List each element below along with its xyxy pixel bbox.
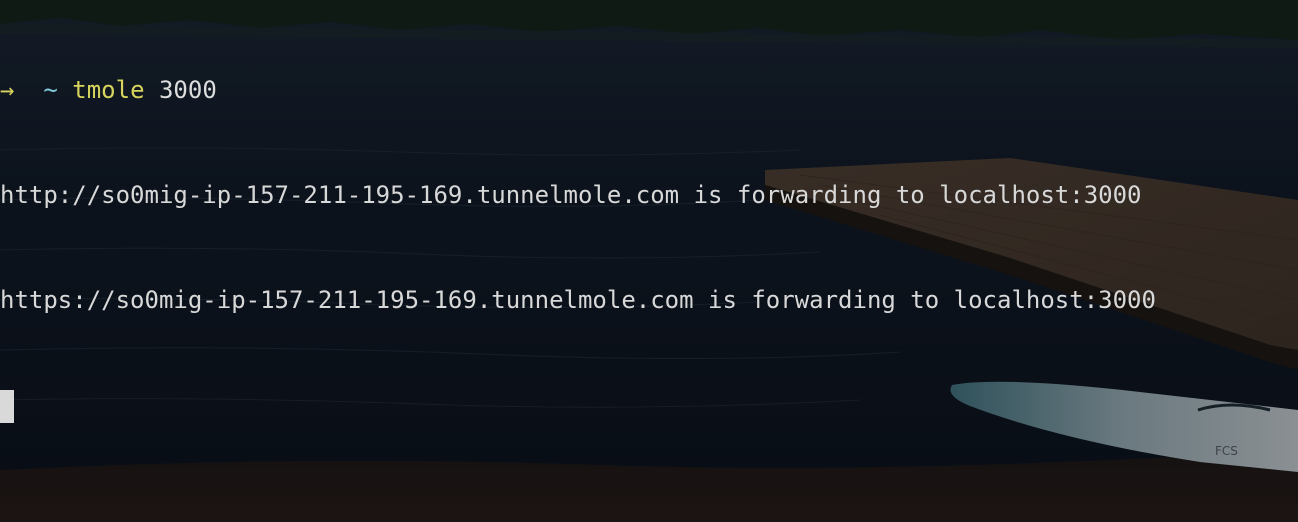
text-cursor [0, 390, 14, 423]
prompt-arrow-icon: → [0, 76, 15, 104]
output-line-http: http://so0mig-ip-157-211-195-169.tunnelm… [0, 181, 1142, 209]
terminal-output[interactable]: → ~ tmole 3000 http://so0mig-ip-157-211-… [0, 3, 1156, 493]
prompt-directory: ~ [43, 76, 58, 104]
terminal-window[interactable]: FCS → ~ tmole 3000 http://so0mig-ip-157-… [0, 0, 1298, 522]
input-line[interactable] [0, 388, 1156, 423]
prompt-line: → ~ tmole 3000 [0, 73, 1156, 108]
command-name: tmole [72, 76, 145, 104]
command-argument: 3000 [158, 76, 217, 104]
output-line-https: https://so0mig-ip-157-211-195-169.tunnel… [0, 286, 1156, 314]
